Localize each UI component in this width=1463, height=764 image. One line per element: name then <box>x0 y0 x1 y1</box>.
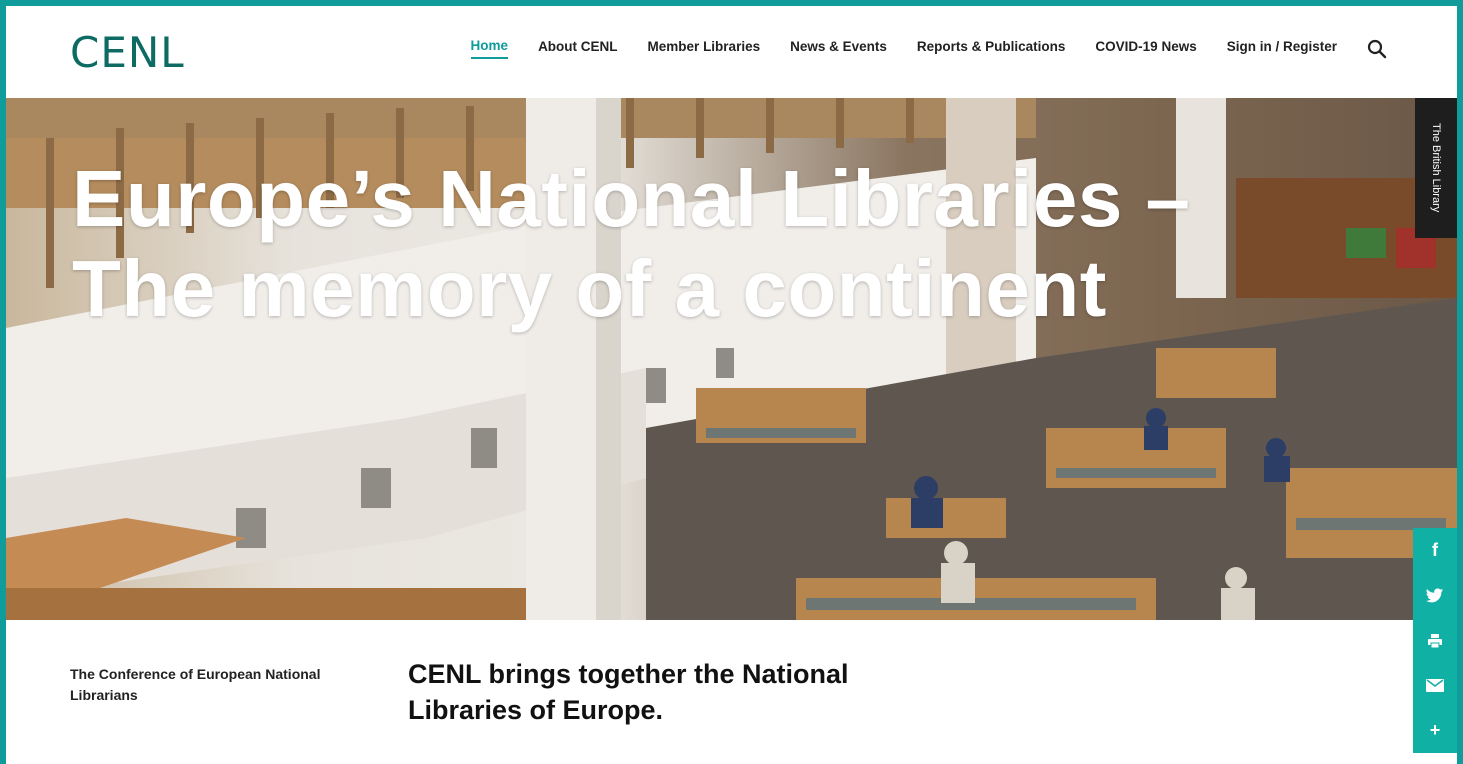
email-icon[interactable] <box>1413 663 1457 708</box>
hero-heading: Europe’s National Libraries – The memory… <box>72 154 1191 334</box>
search-icon[interactable] <box>1367 39 1387 59</box>
nav-news-events[interactable]: News & Events <box>790 39 887 58</box>
main-nav: Home About CENL Member Libraries News & … <box>441 38 1387 59</box>
hero-heading-line-1: Europe’s National Libraries – <box>72 154 1191 243</box>
photo-credit: The British Library <box>1415 98 1457 238</box>
nav-reports-publications[interactable]: Reports & Publications <box>917 39 1066 58</box>
page-frame: CENL Home About CENL Member Libraries Ne… <box>6 6 1457 764</box>
nav-sign-in-register[interactable]: Sign in / Register <box>1227 39 1337 58</box>
print-icon[interactable] <box>1413 618 1457 663</box>
facebook-icon[interactable]: f <box>1413 528 1457 573</box>
plus-icon[interactable]: + <box>1413 708 1457 753</box>
intro-section: The Conference of European National Libr… <box>6 620 1156 764</box>
site-header: CENL Home About CENL Member Libraries Ne… <box>6 6 1457 98</box>
cenl-logo[interactable]: CENL <box>70 28 185 77</box>
hero-banner: Europe’s National Libraries – The memory… <box>6 98 1457 620</box>
social-share-bar: f + <box>1413 528 1457 753</box>
organization-name: The Conference of European National Libr… <box>70 666 321 703</box>
nav-covid-19-news[interactable]: COVID-19 News <box>1095 39 1196 58</box>
photo-credit-text: The British Library <box>1430 123 1442 213</box>
intro-heading: CENL brings together the National Librar… <box>408 659 849 725</box>
hero-heading-line-2: The memory of a continent <box>72 244 1107 333</box>
nav-home[interactable]: Home <box>470 38 509 59</box>
nav-about-cenl[interactable]: About CENL <box>538 39 617 58</box>
twitter-icon[interactable] <box>1413 573 1457 618</box>
nav-member-libraries[interactable]: Member Libraries <box>648 39 761 58</box>
